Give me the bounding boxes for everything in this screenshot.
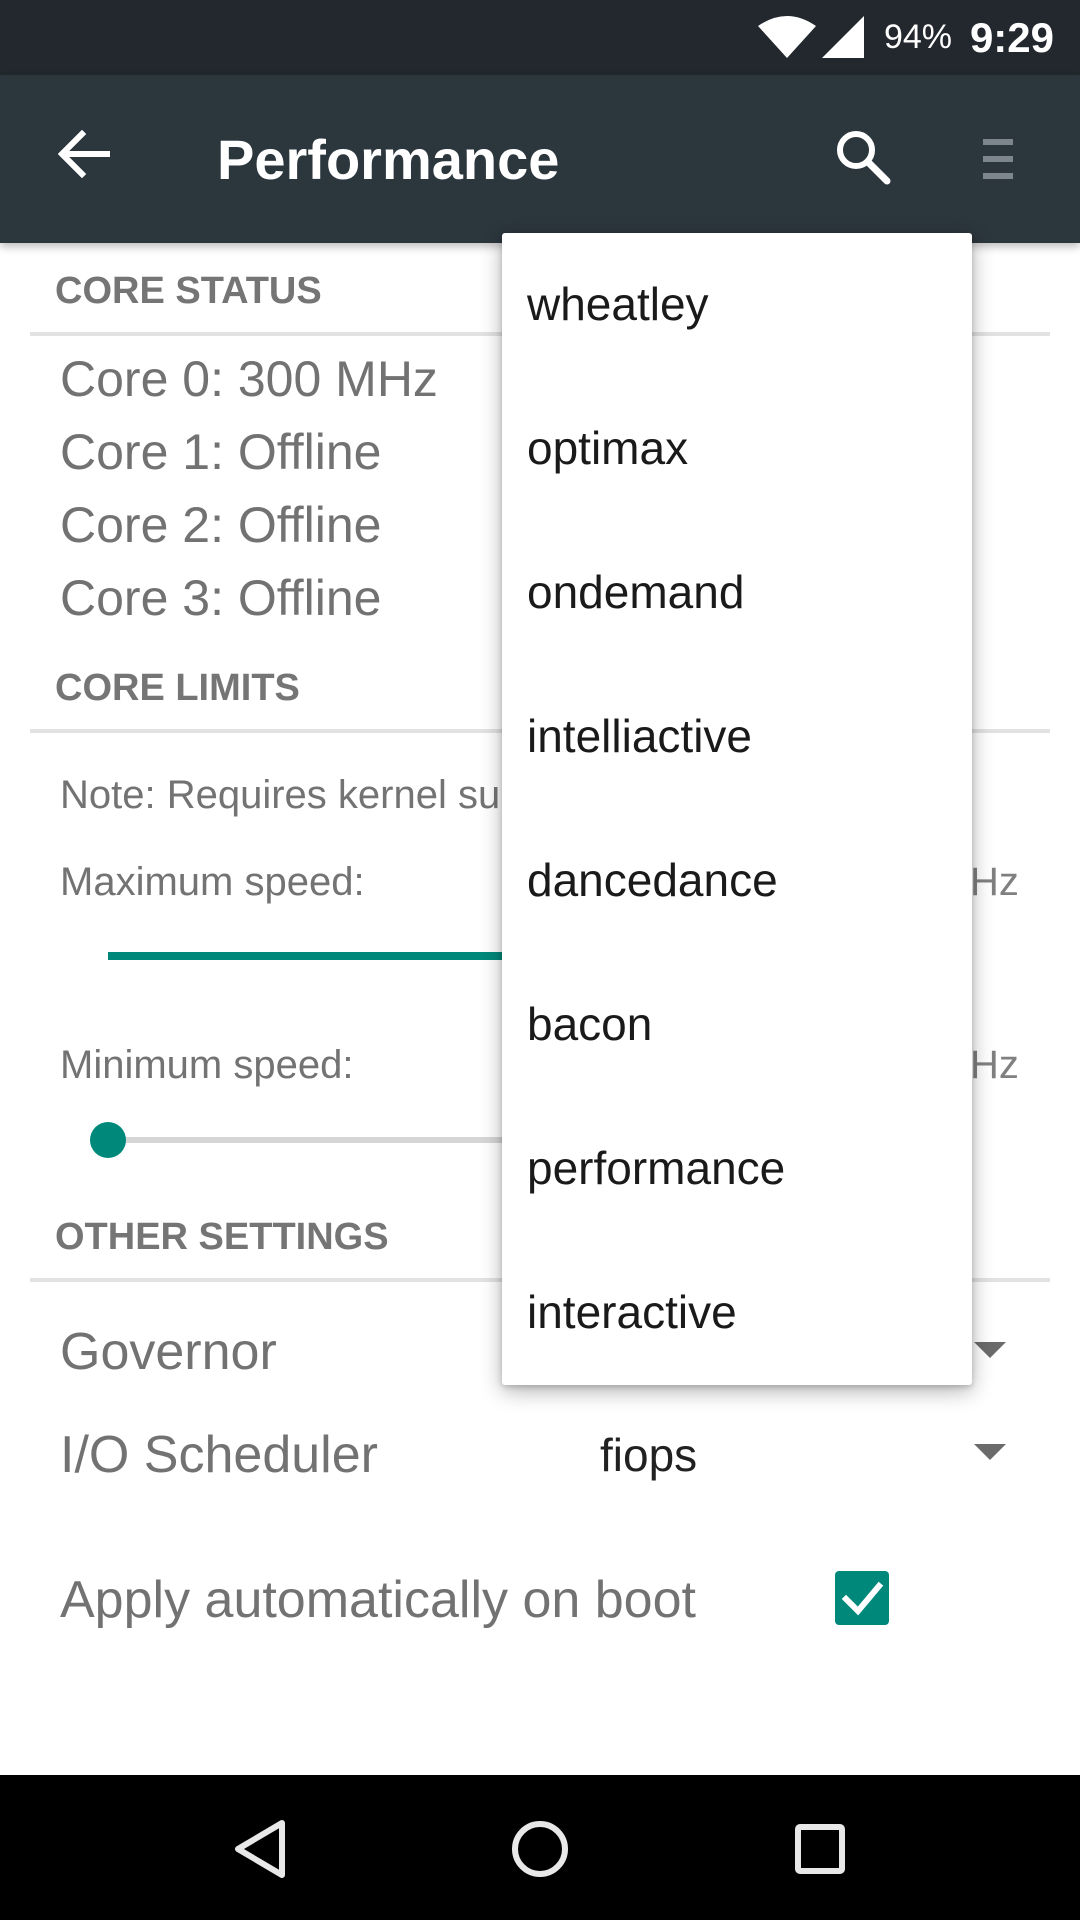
kernel-support-note: Note: Requires kernel su	[60, 773, 501, 817]
option-label: bacon	[527, 998, 653, 1050]
core-2-status: Core 2: Offline	[60, 497, 382, 553]
core-3-status: Core 3: Offline	[60, 570, 382, 626]
toolbar: Performance	[0, 75, 1080, 243]
core-limits-header: CORE LIMITS	[55, 667, 300, 709]
apply-on-boot-checkbox[interactable]	[835, 1571, 889, 1625]
checkmark-icon	[841, 1581, 884, 1616]
other-settings-header: OTHER SETTINGS	[55, 1216, 389, 1258]
nav-recents-icon[interactable]	[794, 1823, 846, 1875]
max-speed-unit: Hz	[970, 860, 1019, 904]
max-speed-slider[interactable]	[108, 952, 528, 960]
option-label: optimax	[527, 422, 689, 474]
governor-option-performance[interactable]: performance	[502, 1097, 972, 1241]
governor-dropdown-arrow-icon[interactable]	[974, 1342, 1006, 1358]
governor-option-wheatley[interactable]: wheatley	[502, 233, 972, 377]
core-1-status: Core 1: Offline	[60, 424, 382, 480]
overflow-menu-icon[interactable]	[980, 135, 1016, 183]
io-scheduler-dropdown-arrow-icon[interactable]	[974, 1444, 1006, 1460]
governor-option-intelliactive[interactable]: intelliactive	[502, 665, 972, 809]
option-label: wheatley	[527, 278, 709, 330]
governor-option-dancedance[interactable]: dancedance	[502, 809, 972, 953]
cell-signal-icon	[822, 16, 864, 58]
option-label: dancedance	[527, 854, 778, 906]
governor-option-interactive[interactable]: interactive	[502, 1241, 972, 1385]
core-0-status: Core 0: 300 MHz	[60, 351, 438, 407]
wifi-icon	[758, 16, 816, 58]
nav-back-icon[interactable]	[232, 1819, 288, 1879]
page-title: Performance	[217, 128, 560, 191]
core-status-header: CORE STATUS	[55, 270, 322, 312]
search-icon[interactable]	[833, 127, 893, 187]
min-speed-label: Minimum speed:	[60, 1043, 354, 1087]
governor-option-ondemand[interactable]: ondemand	[502, 521, 972, 665]
nav-home-icon[interactable]	[511, 1820, 569, 1878]
min-speed-unit: Hz	[970, 1043, 1019, 1087]
battery-percentage: 94%	[883, 18, 952, 56]
governor-option-bacon[interactable]: bacon	[502, 953, 972, 1097]
navigation-bar	[0, 1775, 1080, 1920]
max-speed-label: Maximum speed:	[60, 860, 365, 904]
io-scheduler-value[interactable]: fiops	[600, 1428, 697, 1482]
governor-option-optimax[interactable]: optimax	[502, 377, 972, 521]
option-label: interactive	[527, 1286, 737, 1338]
option-label: performance	[527, 1142, 786, 1194]
governor-label: Governor	[60, 1323, 277, 1381]
status-bar: 94% 9:29	[0, 0, 1080, 75]
governor-dropdown-menu: wheatley optimax ondemand intelliactive …	[502, 233, 972, 1385]
back-arrow-icon[interactable]	[58, 130, 110, 178]
io-scheduler-label: I/O Scheduler	[60, 1426, 378, 1484]
clock: 9:29	[969, 14, 1054, 61]
apply-on-boot-label: Apply automatically on boot	[60, 1571, 696, 1629]
min-speed-slider[interactable]	[108, 1137, 528, 1143]
option-label: intelliactive	[527, 710, 752, 762]
min-speed-slider-thumb[interactable]	[90, 1122, 126, 1158]
option-label: ondemand	[527, 566, 745, 618]
